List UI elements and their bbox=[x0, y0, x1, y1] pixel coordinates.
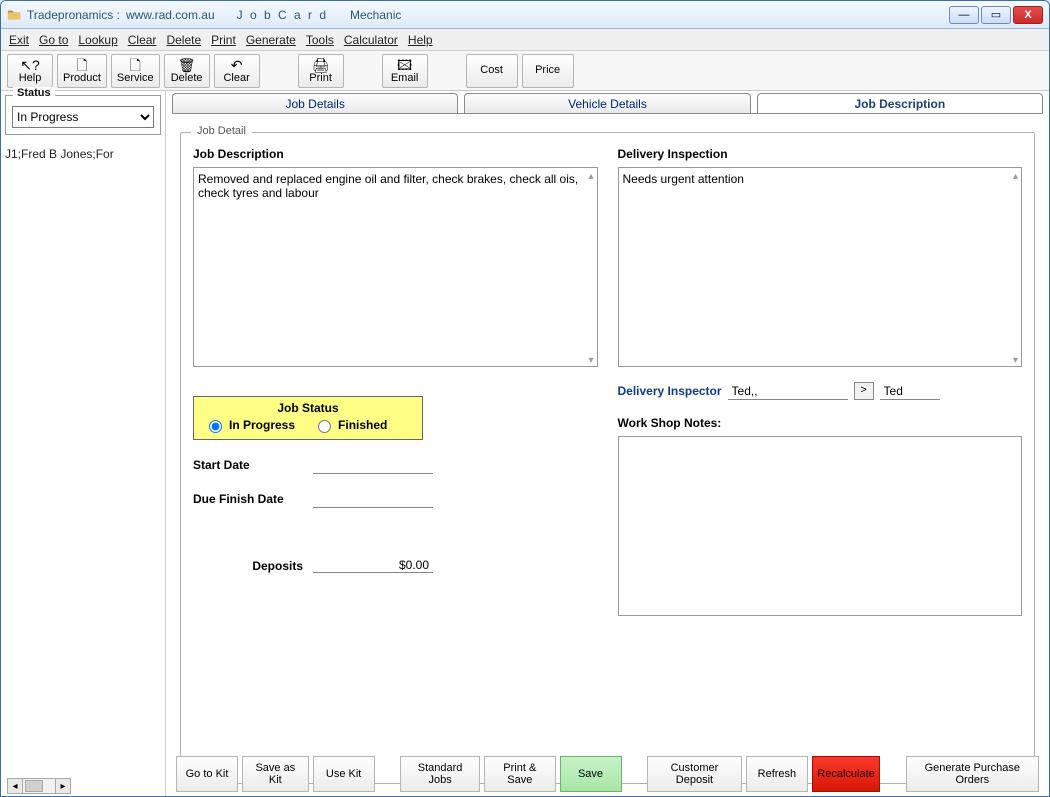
trash-icon: 🗑 bbox=[178, 58, 196, 72]
tree-item[interactable]: J1;Fred B Jones;For bbox=[5, 147, 161, 161]
toolbar: ↖?Help 🗋Product 🗋Service 🗑Delete ↶Clear … bbox=[1, 51, 1049, 91]
tab-job-details[interactable]: Job Details bbox=[172, 93, 458, 113]
tb-print[interactable]: 🖨Print bbox=[298, 54, 344, 88]
delivery-inspector-input[interactable] bbox=[728, 382, 848, 400]
btn-print-save[interactable]: Print & Save bbox=[484, 756, 555, 792]
start-date-input[interactable] bbox=[313, 456, 433, 474]
menu-exit[interactable]: Exit bbox=[9, 33, 29, 47]
radio-in-progress[interactable]: In Progress bbox=[204, 417, 295, 433]
btn-refresh[interactable]: Refresh bbox=[746, 756, 808, 792]
job-status-title: Job Status bbox=[204, 401, 412, 415]
tb-cost[interactable]: Cost bbox=[466, 54, 518, 88]
delivery-inspection-textarea[interactable]: Needs urgent attention bbox=[618, 167, 1023, 367]
window-buttons: — ▭ X bbox=[949, 6, 1043, 24]
job-description-textarea[interactable]: Removed and replaced engine oil and filt… bbox=[193, 167, 598, 367]
tab-bar: Job Details Vehicle Details Job Descript… bbox=[166, 91, 1049, 113]
tb-delete[interactable]: 🗑Delete bbox=[164, 54, 210, 88]
job-status-group: Job Status In Progress Finished bbox=[193, 396, 423, 440]
title-app: Tradepronamics : bbox=[27, 8, 120, 22]
title-role: Mechanic bbox=[350, 8, 401, 22]
document-icon: 🗋 bbox=[76, 58, 87, 72]
scroll-thumb[interactable] bbox=[25, 780, 43, 792]
scroll-left-icon[interactable]: ◂ bbox=[7, 778, 23, 794]
close-button[interactable]: X bbox=[1013, 6, 1043, 24]
scroll-up-icon: ▴ bbox=[588, 171, 593, 182]
document-icon: 🗋 bbox=[130, 58, 141, 72]
btn-standard-jobs[interactable]: Standard Jobs bbox=[400, 756, 480, 792]
tab-job-description[interactable]: Job Description bbox=[757, 93, 1043, 113]
tree-panel[interactable]: J1;Fred B Jones;For bbox=[1, 141, 165, 796]
right-panel: Job Details Vehicle Details Job Descript… bbox=[166, 91, 1049, 796]
client-area: Status In Progress J1;Fred B Jones;For ◂… bbox=[1, 91, 1049, 796]
btn-recalculate[interactable]: Recalculate bbox=[812, 756, 880, 792]
fieldset-legend: Job Detail bbox=[191, 125, 252, 137]
menu-generate[interactable]: Generate bbox=[246, 33, 296, 47]
deposits-label: Deposits bbox=[193, 559, 303, 573]
scroll-right-icon[interactable]: ▸ bbox=[55, 778, 71, 794]
deposits-value: $0.00 bbox=[313, 558, 433, 573]
bottom-toolbar: Go to Kit Save as Kit Use Kit Standard J… bbox=[166, 756, 1049, 792]
title-job-card: J o b C a r d bbox=[237, 8, 328, 22]
menu-clear[interactable]: Clear bbox=[128, 33, 157, 47]
inspector-lookup-button[interactable]: > bbox=[854, 382, 874, 400]
titlebar: Tradepronamics : www.rad.com.au J o b C … bbox=[1, 1, 1049, 29]
btn-save[interactable]: Save bbox=[560, 756, 622, 792]
btn-customer-deposit[interactable]: Customer Deposit bbox=[647, 756, 742, 792]
delivery-inspector-name[interactable] bbox=[880, 382, 940, 400]
status-group-label: Status bbox=[13, 87, 55, 99]
scroll-down-icon: ▾ bbox=[588, 355, 593, 366]
menu-goto[interactable]: Go to bbox=[39, 33, 68, 47]
due-finish-input[interactable] bbox=[313, 490, 433, 508]
maximize-button[interactable]: ▭ bbox=[981, 6, 1011, 24]
start-date-label: Start Date bbox=[193, 458, 303, 472]
undo-icon: ↶ bbox=[231, 58, 243, 72]
menu-delete[interactable]: Delete bbox=[166, 33, 201, 47]
scroll-up-icon: ▴ bbox=[1013, 171, 1018, 182]
menu-calculator[interactable]: Calculator bbox=[344, 33, 398, 47]
btn-use-kit[interactable]: Use Kit bbox=[313, 756, 375, 792]
folder-icon bbox=[7, 8, 21, 22]
due-finish-label: Due Finish Date bbox=[193, 492, 303, 506]
menu-help[interactable]: Help bbox=[408, 33, 433, 47]
btn-save-as-kit[interactable]: Save as Kit bbox=[242, 756, 309, 792]
tb-service[interactable]: 🗋Service bbox=[111, 54, 160, 88]
tb-help[interactable]: ↖?Help bbox=[7, 54, 53, 88]
job-description-label: Job Description bbox=[193, 147, 598, 161]
tb-email[interactable]: 🖾Email bbox=[382, 54, 428, 88]
tb-product[interactable]: 🗋Product bbox=[57, 54, 107, 88]
btn-generate-po[interactable]: Generate Purchase Orders bbox=[906, 756, 1039, 792]
menu-print[interactable]: Print bbox=[211, 33, 236, 47]
workshop-notes-textarea[interactable] bbox=[618, 436, 1023, 616]
delivery-inspection-label: Delivery Inspection bbox=[618, 147, 1023, 161]
tab-vehicle-details[interactable]: Vehicle Details bbox=[464, 93, 750, 113]
form-area: Job Detail Job Description Removed and r… bbox=[166, 114, 1049, 796]
menu-lookup[interactable]: Lookup bbox=[78, 33, 117, 47]
left-panel: Status In Progress J1;Fred B Jones;For ◂… bbox=[1, 91, 166, 796]
delivery-inspector-label: Delivery Inspector bbox=[618, 384, 722, 398]
scroll-down-icon: ▾ bbox=[1013, 355, 1018, 366]
app-window: Tradepronamics : www.rad.com.au J o b C … bbox=[0, 0, 1050, 797]
printer-icon: 🖨 bbox=[312, 58, 330, 72]
status-select[interactable]: In Progress bbox=[12, 106, 154, 128]
tb-clear[interactable]: ↶Clear bbox=[214, 54, 260, 88]
email-icon: 🖾 bbox=[397, 58, 412, 72]
minimize-button[interactable]: — bbox=[949, 6, 979, 24]
radio-finished[interactable]: Finished bbox=[313, 417, 387, 433]
menu-tools[interactable]: Tools bbox=[306, 33, 334, 47]
help-cursor-icon: ↖? bbox=[20, 58, 40, 72]
workshop-notes-label: Work Shop Notes: bbox=[618, 416, 1023, 430]
tb-price[interactable]: Price bbox=[522, 54, 574, 88]
menubar: Exit Go to Lookup Clear Delete Print Gen… bbox=[1, 29, 1049, 51]
btn-go-to-kit[interactable]: Go to Kit bbox=[176, 756, 238, 792]
title-host: www.rad.com.au bbox=[126, 8, 215, 22]
